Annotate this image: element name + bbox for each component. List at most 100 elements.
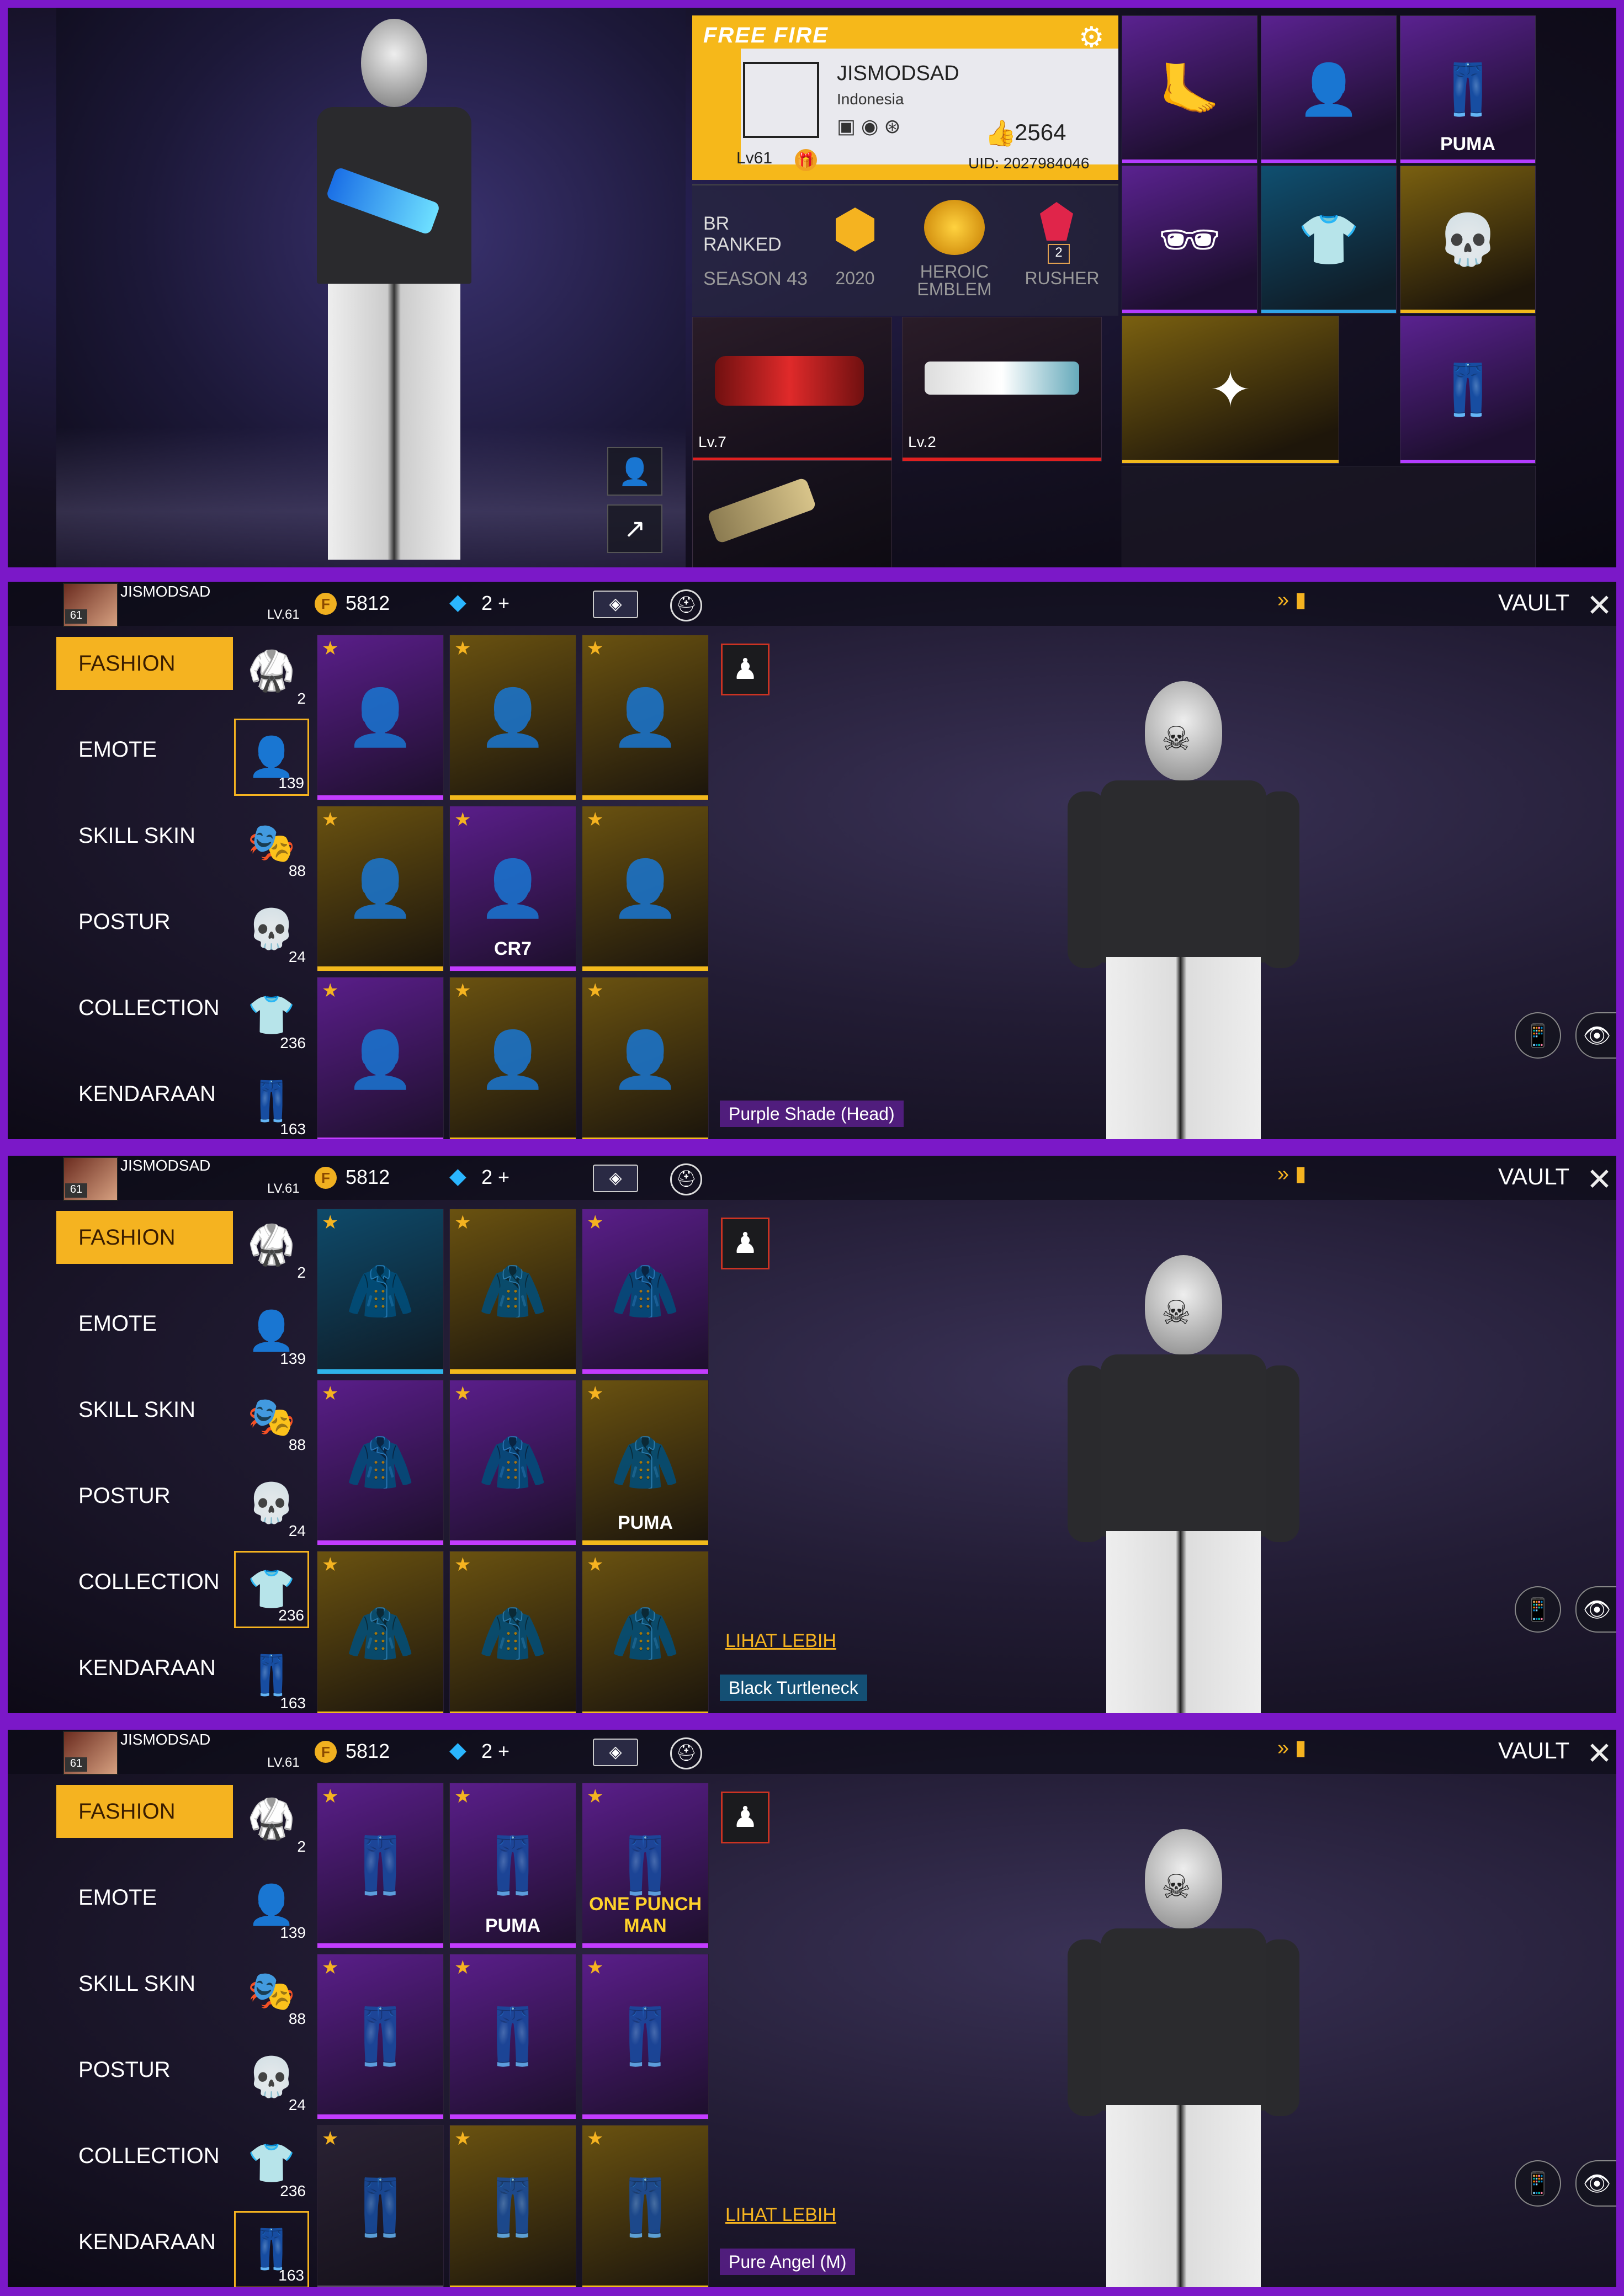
rotate-phone-button[interactable]: 📱 <box>1515 1586 1561 1633</box>
vault-item[interactable]: ★ 🧥 <box>449 1551 576 1713</box>
wardrobe-button[interactable]: ♟ <box>721 1218 769 1269</box>
diamond-balance[interactable]: 2 + <box>481 1166 510 1189</box>
rotate-phone-button[interactable]: 📱 <box>1515 2160 1561 2207</box>
vault-item[interactable]: ★ 🧥 <box>449 1209 576 1374</box>
close-icon[interactable]: ✕ <box>1586 587 1612 624</box>
vault-item[interactable]: ★ 🧥 <box>317 1209 444 1374</box>
vault-item[interactable]: ★ 🧥 <box>582 1209 709 1374</box>
item-pants-puma[interactable]: 👖 PUMA <box>1400 15 1536 163</box>
category-bottom[interactable]: 👖 163 <box>234 1063 309 1139</box>
menu-emote[interactable]: EMOTE <box>56 723 233 776</box>
category-mask[interactable]: 🎭 88 <box>234 1953 309 2030</box>
close-icon[interactable]: ✕ <box>1586 1735 1612 1772</box>
see-more-link[interactable]: LIHAT LEBIH <box>725 1630 836 1652</box>
view-character-button[interactable]: 👁 <box>1575 2160 1616 2207</box>
view-character-button[interactable]: 👁 <box>1575 1012 1616 1059</box>
vault-item[interactable]: ★ 🧥 <box>317 1551 444 1713</box>
menu-collection[interactable]: COLLECTION <box>56 2129 233 2182</box>
skip-forward-button[interactable]: » ▮ <box>1277 587 1320 620</box>
menu-skill-skin[interactable]: SKILL SKIN <box>56 1957 233 2010</box>
profile-uid[interactable]: UID: 2027984046 <box>968 155 1090 172</box>
vault-item[interactable]: ★ 👖 <box>582 1954 709 2119</box>
vault-item[interactable]: ★ 👤 <box>449 977 576 1139</box>
profile-card[interactable]: FREE FIRE ⚙ JISMODSAD Indonesia ▣ ◉ ⊛ 👍 … <box>692 15 1118 180</box>
vault-item[interactable]: ★ 👤 <box>317 635 444 800</box>
category-hair[interactable]: 👤 139 <box>234 1293 309 1370</box>
weapon-slot-3[interactable] <box>692 460 892 567</box>
menu-collection[interactable]: COLLECTION <box>56 1555 233 1608</box>
category-top[interactable]: 👕 236 <box>234 1551 309 1628</box>
category-top[interactable]: 👕 236 <box>234 977 309 1054</box>
menu-kendaraan[interactable]: KENDARAAN <box>56 2215 233 2268</box>
vault-item[interactable]: ★ 👤 CR7 <box>449 806 576 971</box>
vault-item[interactable]: ★ 👖 <box>317 1783 444 1948</box>
emblem-store-icon[interactable]: ◈ <box>593 1739 638 1766</box>
menu-fashion[interactable]: FASHION <box>56 1211 233 1264</box>
share-button[interactable]: ↗ <box>607 504 662 553</box>
category-top[interactable]: 👕 236 <box>234 2125 309 2202</box>
item-hair[interactable]: 👤 <box>1261 15 1397 163</box>
vault-item[interactable]: ★ 👖 <box>582 2125 709 2287</box>
helmet-icon[interactable]: ⛑ <box>670 1163 702 1195</box>
item-gold-weapon-skin[interactable]: ✦ <box>1122 316 1339 464</box>
emblem-store-icon[interactable]: ◈ <box>593 1165 638 1192</box>
vault-item[interactable]: ★ 👤 <box>582 977 709 1139</box>
category-face-paint[interactable]: 💀 24 <box>234 1465 309 1542</box>
wardrobe-button[interactable]: ♟ <box>721 644 769 695</box>
vault-item[interactable]: ★ 👖 <box>449 1954 576 2119</box>
gift-icon[interactable]: 🎁 <box>795 149 817 171</box>
category-outfit[interactable]: 🥋 2 <box>234 1781 309 1858</box>
see-more-link[interactable]: LIHAT LEBIH <box>725 2204 836 2226</box>
menu-fashion[interactable]: FASHION <box>56 637 233 690</box>
menu-collection[interactable]: COLLECTION <box>56 981 233 1034</box>
weapon-slot-1[interactable]: Lv.7 <box>692 317 892 461</box>
vault-item[interactable]: ★ 👖 <box>317 2125 444 2287</box>
item-pants[interactable]: 👖 <box>1400 316 1536 464</box>
close-icon[interactable]: ✕ <box>1586 1161 1612 1198</box>
vault-item[interactable]: ★ 🧥 <box>582 1551 709 1713</box>
helmet-icon[interactable]: ⛑ <box>670 1737 702 1769</box>
vault-item[interactable]: ★ 🧥 PUMA <box>582 1380 709 1545</box>
skip-forward-button[interactable]: » ▮ <box>1277 1735 1320 1768</box>
skip-forward-button[interactable]: » ▮ <box>1277 1161 1320 1194</box>
menu-kendaraan[interactable]: KENDARAAN <box>56 1641 233 1694</box>
emblem-store-icon[interactable]: ◈ <box>593 591 638 618</box>
menu-emote[interactable]: EMOTE <box>56 1871 233 1924</box>
weapon-slot-2[interactable]: Lv.2 <box>902 317 1102 461</box>
vault-item[interactable]: ★ 👖 PUMA <box>449 1783 576 1948</box>
category-face-paint[interactable]: 💀 24 <box>234 891 309 968</box>
category-mask[interactable]: 🎭 88 <box>234 805 309 882</box>
menu-skill-skin[interactable]: SKILL SKIN <box>56 1383 233 1436</box>
vault-item[interactable]: ★ 👖 <box>317 1954 444 2119</box>
vault-item[interactable]: ★ 👤 <box>582 635 709 800</box>
category-outfit[interactable]: 🥋 2 <box>234 633 309 710</box>
category-bottom[interactable]: 👖 163 <box>234 2211 309 2287</box>
category-outfit[interactable]: 🥋 2 <box>234 1207 309 1284</box>
avatar-button[interactable]: 👤 <box>607 447 662 496</box>
view-character-button[interactable]: 👁 <box>1575 1586 1616 1633</box>
vault-item[interactable]: ★ 👤 <box>317 806 444 971</box>
wardrobe-button[interactable]: ♟ <box>721 1792 769 1843</box>
vault-item[interactable]: ★ 👤 <box>449 635 576 800</box>
diamond-balance[interactable]: 2 + <box>481 592 510 615</box>
menu-kendaraan[interactable]: KENDARAAN <box>56 1067 233 1120</box>
menu-postur[interactable]: POSTUR <box>56 2043 233 2096</box>
rotate-phone-button[interactable]: 📱 <box>1515 1012 1561 1059</box>
menu-postur[interactable]: POSTUR <box>56 1469 233 1522</box>
category-hair[interactable]: 👤 139 <box>234 719 309 796</box>
vault-item[interactable]: ★ 👖 ONE PUNCH MAN <box>582 1783 709 1948</box>
category-bottom[interactable]: 👖 163 <box>234 1637 309 1713</box>
vault-item[interactable]: ★ 👤 <box>582 806 709 971</box>
vault-item[interactable]: ★ 🧥 <box>449 1380 576 1545</box>
item-face-paint[interactable]: 💀 <box>1400 166 1536 313</box>
category-mask[interactable]: 🎭 88 <box>234 1379 309 1456</box>
vault-item[interactable]: ★ 👤 <box>317 977 444 1139</box>
menu-emote[interactable]: EMOTE <box>56 1297 233 1350</box>
menu-fashion[interactable]: FASHION <box>56 1785 233 1838</box>
vault-item[interactable]: ★ 👖 <box>449 2125 576 2287</box>
menu-postur[interactable]: POSTUR <box>56 895 233 948</box>
item-feet[interactable]: 🦶 <box>1122 15 1257 163</box>
category-hair[interactable]: 👤 139 <box>234 1867 309 1944</box>
item-shirt[interactable]: 👕 <box>1261 166 1397 313</box>
item-mask[interactable]: 🕶 <box>1122 166 1257 313</box>
